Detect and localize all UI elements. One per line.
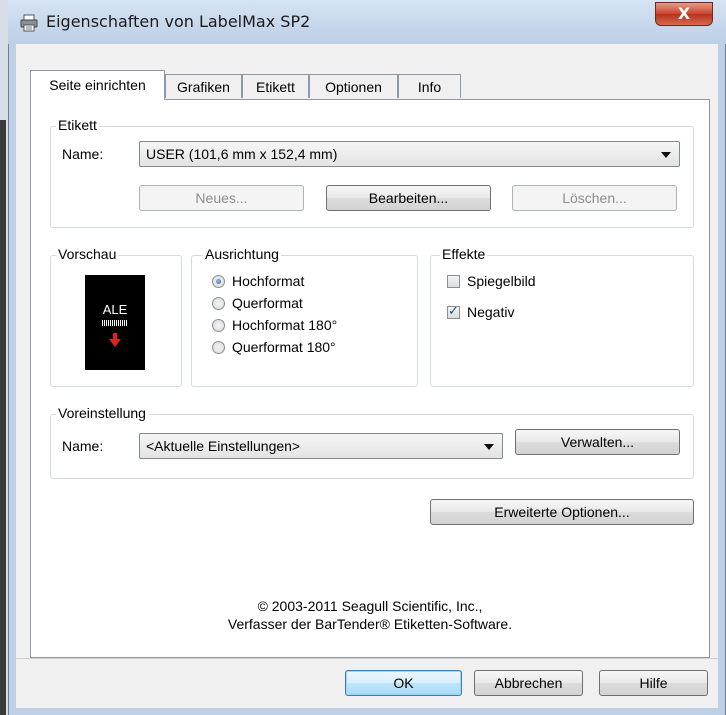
copyright-line-2: Verfasser der BarTender® Etiketten-Softw… — [227, 616, 513, 632]
tab-etikett[interactable]: Etikett — [242, 74, 309, 98]
checkbox-spiegelbild-label[interactable]: Spiegelbild — [467, 272, 536, 290]
radio-querformat-180-label[interactable]: Querformat 180° — [232, 338, 336, 356]
new-label-button[interactable]: Neues... — [139, 185, 304, 211]
label-preview: ALE — [85, 275, 145, 370]
vorschau-group-label: Vorschau — [56, 246, 119, 262]
checkbox-spiegelbild[interactable] — [447, 275, 460, 288]
voreinstellung-value: <Aktuelle Einstellungen> — [146, 438, 301, 454]
edit-label-button[interactable]: Bearbeiten... — [326, 185, 491, 211]
footer-separator — [16, 658, 718, 659]
etikett-group-label: Etikett — [56, 117, 99, 133]
voreinstellung-name-label: Name: — [62, 438, 104, 454]
ausrichtung-group-label: Ausrichtung — [203, 246, 281, 262]
radio-hochformat-180[interactable] — [212, 319, 225, 332]
ok-button[interactable]: OK — [345, 670, 462, 696]
radio-querformat[interactable] — [212, 297, 225, 310]
radio-hochformat-label[interactable]: Hochformat — [232, 272, 304, 290]
arrow-down-icon — [109, 333, 121, 347]
checkbox-negativ[interactable]: ✓ — [447, 304, 460, 319]
manage-presets-button[interactable]: Verwalten... — [515, 429, 680, 455]
tab-grafiken[interactable]: Grafiken — [165, 74, 242, 98]
etikett-name-label: Name: — [62, 146, 104, 162]
radio-hochformat[interactable] — [212, 275, 225, 288]
tab-info[interactable]: Info — [398, 74, 461, 98]
checkmark-icon: ✓ — [448, 304, 459, 319]
voreinstellung-combo[interactable]: <Aktuelle Einstellungen> — [139, 433, 503, 459]
delete-label-button[interactable]: Löschen... — [512, 185, 677, 211]
cancel-button[interactable]: Abbrechen — [474, 670, 583, 696]
preview-text: ALE — [102, 302, 128, 317]
chevron-down-icon — [484, 444, 494, 450]
window-title: Eigenschaften von LabelMax SP2 — [46, 12, 311, 31]
radio-querformat-label[interactable]: Querformat — [232, 294, 303, 312]
close-button[interactable]: X — [655, 2, 713, 26]
background-strip — [0, 0, 8, 715]
printer-icon — [20, 14, 38, 32]
tab-optionen[interactable]: Optionen — [309, 74, 398, 98]
voreinstellung-group-label: Voreinstellung — [56, 405, 148, 421]
radio-hochformat-180-label[interactable]: Hochformat 180° — [232, 316, 337, 334]
barcode-icon — [102, 320, 128, 326]
effekte-group-label: Effekte — [440, 246, 488, 262]
chevron-down-icon — [661, 152, 671, 158]
radio-querformat-180[interactable] — [212, 341, 225, 354]
help-button[interactable]: Hilfe — [599, 670, 708, 696]
tab-seite-einrichten[interactable]: Seite einrichten — [30, 70, 165, 100]
advanced-options-button[interactable]: Erweiterte Optionen... — [430, 499, 694, 525]
checkbox-negativ-label[interactable]: Negativ — [467, 303, 514, 321]
etikett-name-combo[interactable]: USER (101,6 mm x 152,4 mm) — [139, 141, 680, 167]
etikett-name-value: USER (101,6 mm x 152,4 mm) — [146, 146, 338, 162]
copyright-line-1: © 2003-2011 Seagull Scientific, Inc., — [257, 598, 483, 614]
